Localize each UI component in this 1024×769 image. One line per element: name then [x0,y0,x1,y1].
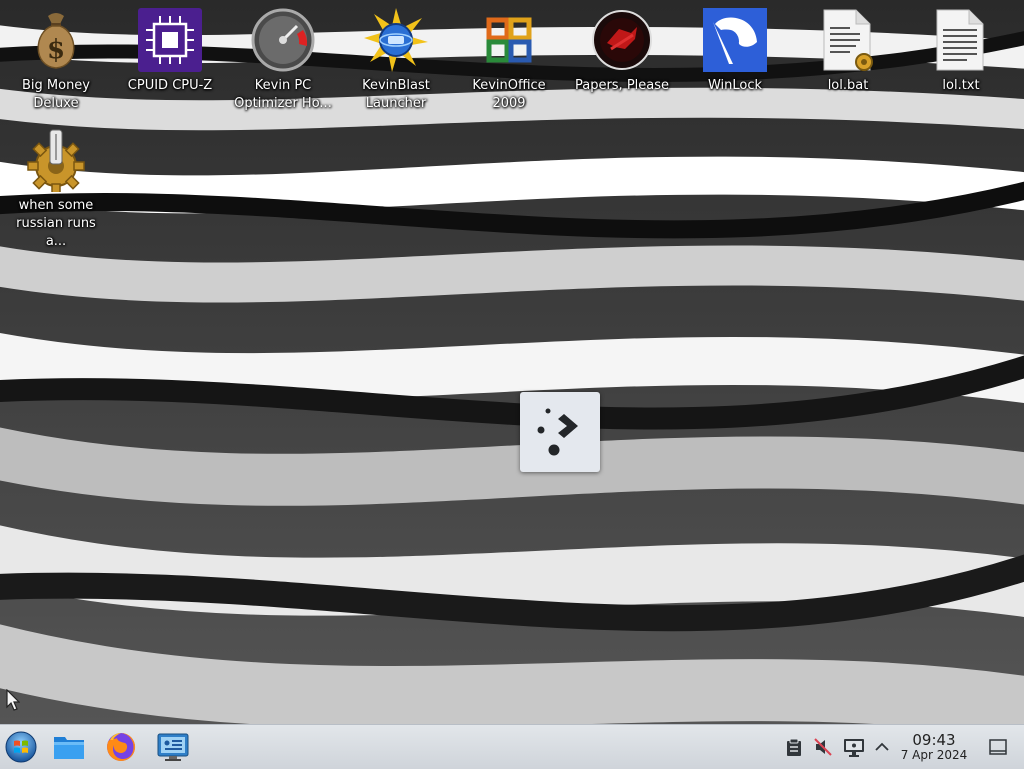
desktop-icon-kevinblast-launcher[interactable]: KevinBlast Launcher [344,8,448,120]
firefox-icon [107,732,136,761]
desktop-icon-label: Papers, Please [574,78,670,93]
desktop-icon-kevinoffice-2009[interactable]: KevinOffice 2009 [457,8,561,120]
tray-expand-button[interactable] [872,737,892,757]
speedometer-icon [251,8,315,72]
desktop-icon-papers-please[interactable]: Papers, Please [570,8,674,120]
text-file-icon [929,8,993,72]
desktop-icon-label: Big Money Deluxe [21,78,90,111]
office-logo-icon [477,8,541,72]
file-manager-button[interactable] [53,731,85,763]
money-bag-icon: $ [24,8,88,72]
desktop-icon-when-some-russian[interactable]: when some russian runs a... [4,128,108,249]
desktop-icon-label: Kevin PC Optimizer Ho... [234,78,332,111]
desktop-icon-winlock[interactable]: WinLock [683,8,787,120]
desktop-icon-cpuid-cpu-z[interactable]: CPUID CPU-Z [118,8,222,120]
volume-tray-button[interactable] [813,737,833,757]
display-tray-button[interactable] [843,737,864,757]
desktop-icon-label: KevinOffice 2009 [472,78,546,111]
cpu-chip-icon [138,8,202,72]
desktop-icon-label: WinLock [707,78,763,93]
system-settings-icon [157,733,189,761]
clock-date[interactable]: 7 Apr 2024 [896,748,972,762]
papers-please-seal-icon [590,8,654,72]
svg-text:$: $ [47,35,65,65]
desktop-icon-kevin-pc-optimizer[interactable]: Kevin PC Optimizer Ho... [231,8,335,120]
desktop-icon-lol-txt[interactable]: lol.txt [909,8,1013,120]
desktop-icon-label: lol.txt [942,78,980,93]
desktop-icon-label: lol.bat [827,78,869,93]
mouse-pointer-icon [6,689,20,711]
file-manager-icon [54,737,84,759]
app-launcher-icon [537,408,578,456]
desktop-icon-label: KevinBlast Launcher [362,78,430,111]
volume-muted-icon [814,738,832,756]
clipboard-icon [787,738,801,756]
winlock-icon [703,8,767,72]
app-launcher-tile[interactable] [520,392,600,472]
start-orb-icon [5,731,37,763]
desktop-icon-label: CPUID CPU-Z [127,78,213,93]
start-button[interactable] [5,731,37,763]
display-icon [844,739,864,757]
desktop-icon-big-money-deluxe[interactable]: $ Big Money Deluxe [4,8,108,120]
clock-time[interactable]: 09:43 [896,731,972,749]
desktop-icon-lol-bat[interactable]: lol.bat [796,8,900,120]
system-settings-button[interactable] [157,731,189,763]
show-desktop-button[interactable] [988,737,1008,757]
clipboard-tray-button[interactable] [784,737,804,757]
desktop-icon-label: when some russian runs a... [16,198,96,249]
taskbar [0,724,1024,769]
show-desktop-icon [989,739,1007,755]
batch-file-icon [816,8,880,72]
chevron-up-icon [875,742,889,751]
gear-script-icon [24,128,88,192]
globe-burst-icon [364,8,428,72]
firefox-button[interactable] [105,731,137,763]
